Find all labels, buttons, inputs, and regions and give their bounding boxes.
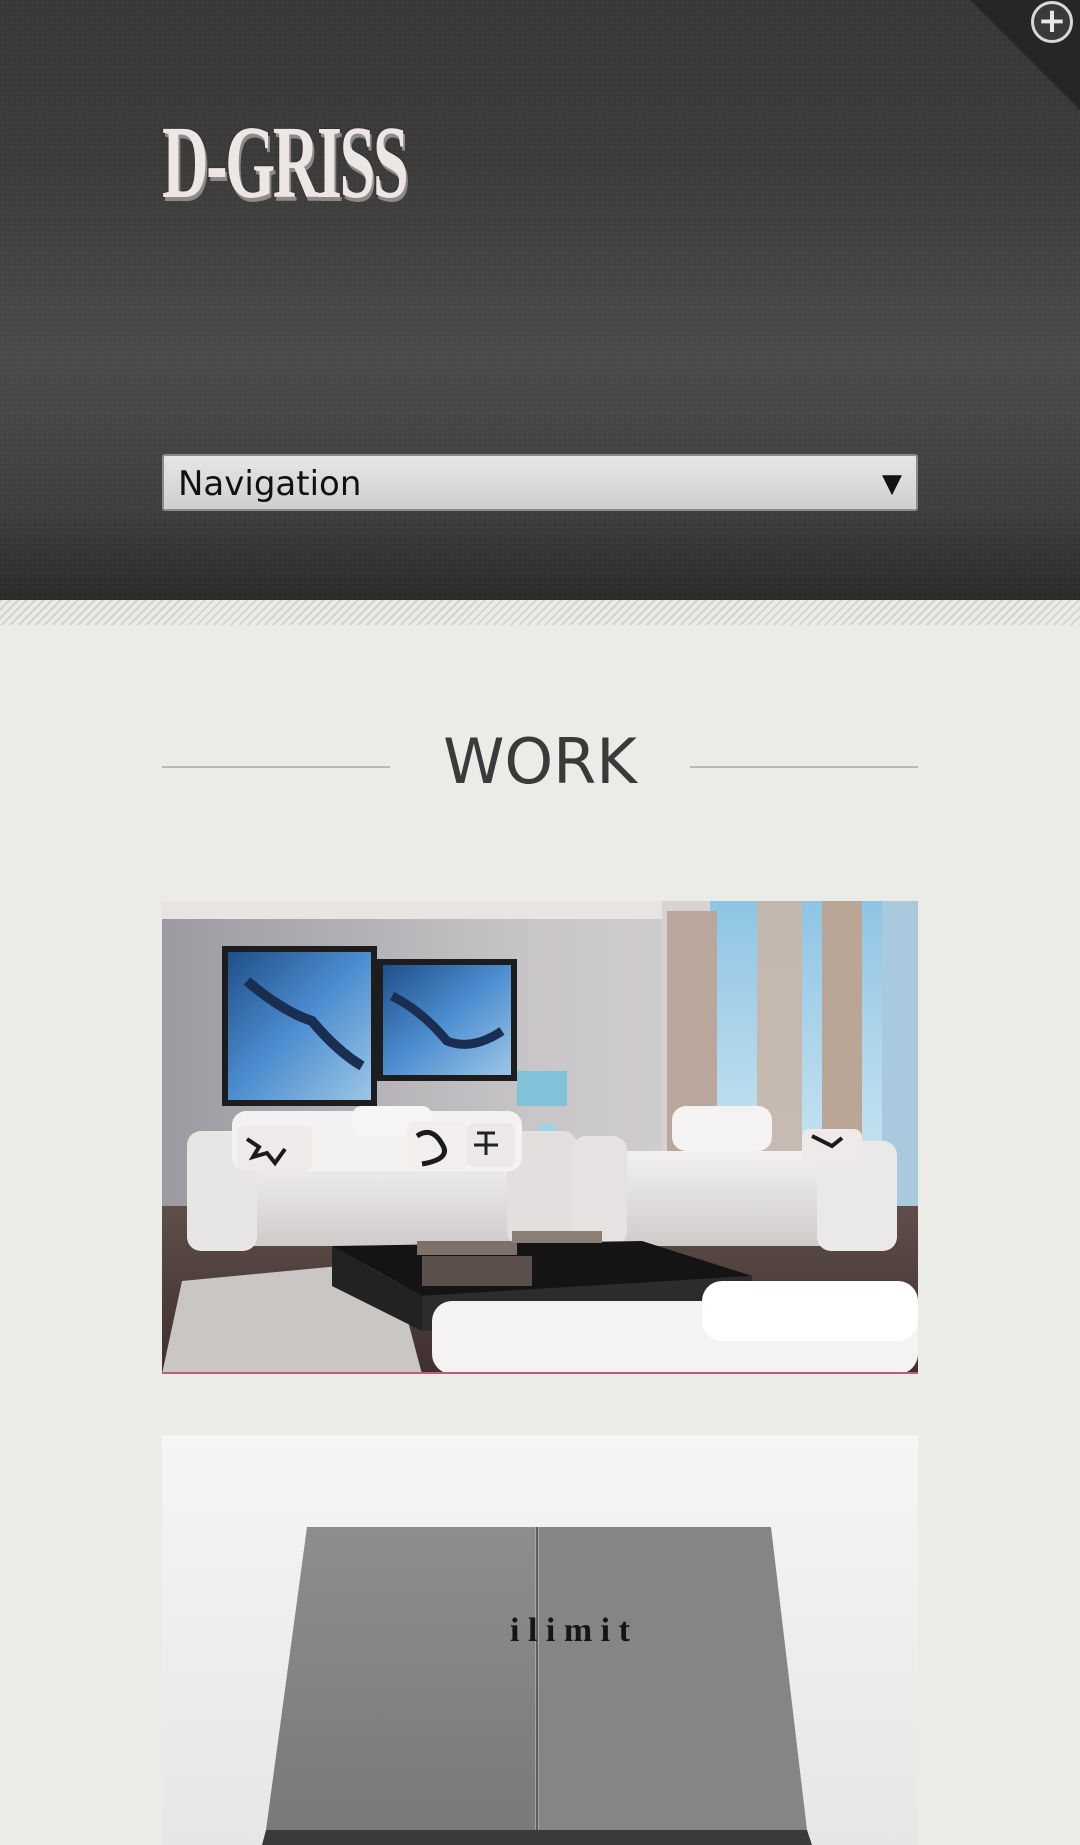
heading-rule-left xyxy=(162,766,390,768)
striped-divider xyxy=(0,600,1080,625)
box-brand-text: i l i m i t xyxy=(510,1612,631,1649)
work-item-ilimit-box[interactable]: i l i m i t xyxy=(162,1435,918,1845)
ilimit-book-box-photo: i l i m i t xyxy=(162,1435,918,1845)
plus-circle-icon[interactable]: + xyxy=(1031,1,1073,43)
living-room-sofas-photo xyxy=(162,901,918,1372)
dropdown-arrow-icon: ▼ xyxy=(882,469,902,499)
navigation-select[interactable]: Navigation ▼ xyxy=(162,454,918,511)
navigation-select-label: Navigation xyxy=(178,464,362,504)
site-logo[interactable]: D-GRISS xyxy=(162,108,409,218)
section-title: WORK xyxy=(443,725,637,798)
heading-rule-right xyxy=(690,766,918,768)
work-item-living-room[interactable] xyxy=(162,901,918,1374)
site-header: + D-GRISS Navigation ▼ xyxy=(0,0,1080,600)
